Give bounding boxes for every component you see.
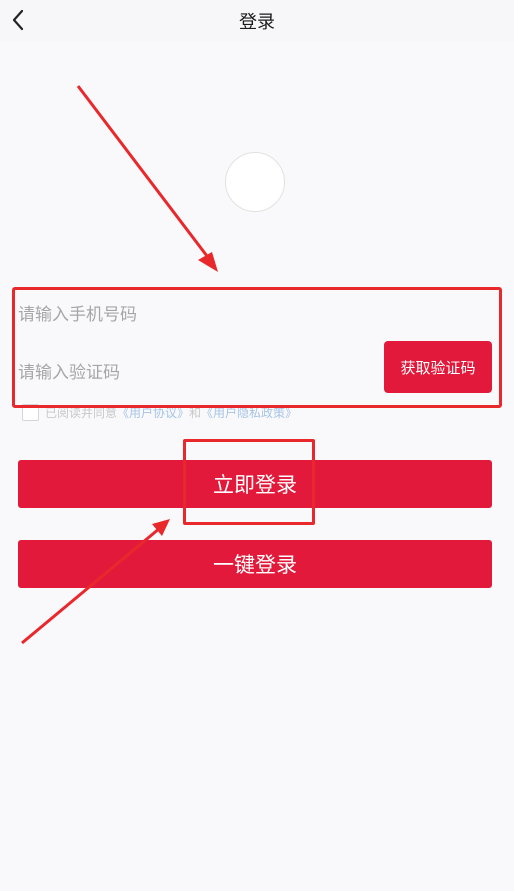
arrow-up-icon — [21, 519, 170, 645]
arrow-down-icon — [76, 85, 218, 272]
annotation-arrows — [21, 85, 218, 645]
